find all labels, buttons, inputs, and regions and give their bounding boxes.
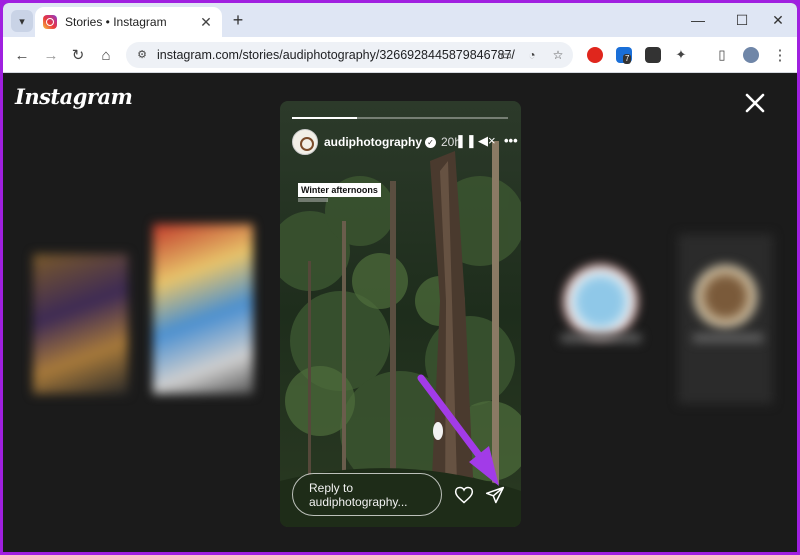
sidebar-icon[interactable]: ▯ xyxy=(711,44,733,66)
forward-icon[interactable]: → xyxy=(40,44,62,66)
previous-story-preview-2[interactable] xyxy=(153,224,253,394)
story-sticker-sub xyxy=(298,198,328,202)
profile-avatar[interactable] xyxy=(743,47,759,63)
previous-story-preview[interactable] xyxy=(33,254,128,394)
close-icon[interactable] xyxy=(743,91,767,115)
extension-badge: 7 xyxy=(623,54,632,64)
address-bar[interactable]: ⚙ instagram.com/stories/audiphotography/… xyxy=(126,42,573,68)
bookmark-star-icon[interactable]: ☆ xyxy=(550,47,566,63)
performance-icon[interactable]: ◔ xyxy=(524,47,540,63)
story-image xyxy=(280,101,521,527)
minimize-icon[interactable]: — xyxy=(686,10,710,30)
browser-window: ▾ Stories • Instagram ✕ + — ☐ ✕ ← → ↻ ⌂ … xyxy=(3,3,797,552)
instagram-stories-page: Instagram audiphotography ✓ 20h ❚❚ ◀× ••… xyxy=(3,74,797,552)
mute-icon[interactable]: ◀× xyxy=(478,133,496,149)
send-icon[interactable] xyxy=(485,485,505,505)
story-header: audiphotography ✓ 20h ❚❚ ◀× ••• xyxy=(292,129,518,155)
story-progress-bar xyxy=(292,117,508,119)
url-text[interactable]: instagram.com/stories/audiphotography/32… xyxy=(157,48,515,62)
browser-toolbar: ← → ↻ ⌂ ⚙ instagram.com/stories/audiphot… xyxy=(3,37,797,73)
maximize-icon[interactable]: ☐ xyxy=(730,10,754,30)
next-story-username xyxy=(561,334,641,342)
opera-extension-icon[interactable] xyxy=(587,47,603,63)
next-story-avatar[interactable] xyxy=(563,264,638,339)
more-icon[interactable]: ••• xyxy=(504,133,518,148)
back-icon[interactable]: ← xyxy=(11,44,33,66)
avatar[interactable] xyxy=(292,129,318,155)
new-tab-icon[interactable]: + xyxy=(228,11,248,31)
instagram-favicon xyxy=(43,15,57,29)
tab-strip: ▾ Stories • Instagram ✕ + — ☐ ✕ xyxy=(3,3,797,37)
puzzle-icon[interactable]: ✦ xyxy=(670,44,692,66)
badge-extension-icon[interactable]: 7 xyxy=(616,47,632,64)
close-tab-icon[interactable]: ✕ xyxy=(198,14,214,31)
tab-title: Stories • Instagram xyxy=(65,15,167,29)
next-story-avatar-2[interactable] xyxy=(693,264,758,329)
incognito-extension-icon[interactable] xyxy=(645,47,661,63)
next-story-username-2 xyxy=(693,334,763,342)
tab-stories-instagram[interactable]: Stories • Instagram ✕ xyxy=(35,7,222,37)
close-window-icon[interactable]: ✕ xyxy=(766,10,790,30)
kebab-menu-icon[interactable]: ⋮ xyxy=(769,44,791,66)
verified-icon: ✓ xyxy=(425,136,436,148)
home-icon[interactable]: ⌂ xyxy=(95,44,117,66)
reply-input[interactable]: Reply to audiphotography... xyxy=(292,473,442,516)
story-viewer[interactable]: audiphotography ✓ 20h ❚❚ ◀× ••• Winter a… xyxy=(280,101,521,527)
site-info-icon[interactable]: ⚙ xyxy=(134,47,150,63)
tab-search-icon[interactable]: ▾ xyxy=(11,10,33,32)
cast-icon[interactable]: ▭ xyxy=(498,47,514,63)
story-username[interactable]: audiphotography xyxy=(324,135,422,149)
story-text-sticker: Winter afternoons xyxy=(298,183,381,197)
reload-icon[interactable]: ↻ xyxy=(67,44,89,66)
instagram-logo[interactable]: Instagram xyxy=(15,84,133,109)
heart-icon[interactable] xyxy=(454,485,474,505)
pause-icon[interactable]: ❚❚ xyxy=(455,133,477,149)
story-progress-fill xyxy=(292,117,357,119)
